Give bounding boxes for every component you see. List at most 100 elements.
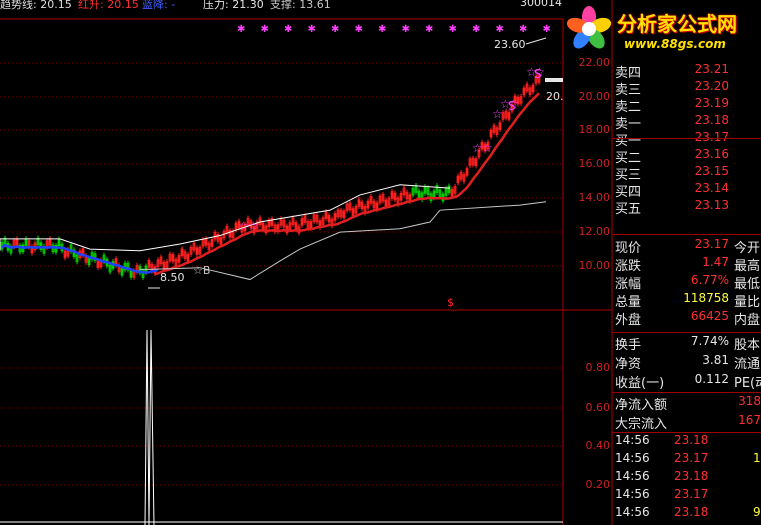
- candle-body: [327, 214, 331, 223]
- candle-body: [456, 175, 460, 184]
- fundamental-value: 3.81: [702, 353, 729, 367]
- candle-body: [63, 250, 67, 259]
- stock-code-label: 300014: [520, 0, 562, 9]
- order-price: 23.15: [694, 164, 729, 178]
- flow-label: 净流入额: [615, 398, 668, 413]
- order-price: 23.16: [694, 147, 729, 161]
- candle-body: [180, 248, 184, 257]
- candle-body: [204, 238, 208, 246]
- quote-value: 118758: [683, 291, 729, 305]
- star-marker-icon: ✱: [378, 24, 386, 35]
- quote-row: 现价 23.17 今开: [612, 237, 761, 256]
- quote-row: 外盘 66425 内盘: [612, 309, 761, 328]
- order-price: 23.17: [694, 130, 729, 144]
- star-marker-icon: ✱: [261, 24, 269, 35]
- flower-logo-icon: [566, 6, 612, 49]
- candle-body: [300, 218, 304, 226]
- candle-body: [210, 239, 214, 247]
- tick-time: 14:56: [615, 451, 650, 465]
- tick-row: 14:56 23.17: [612, 487, 761, 504]
- tick-volume: 1: [753, 451, 761, 465]
- candle-body: [432, 190, 436, 199]
- flow-label: 大宗流入: [615, 417, 668, 432]
- order-book-row: 卖一 23.18: [612, 113, 761, 132]
- indicator-tick-label: 0.40: [585, 439, 611, 452]
- candle-body: [186, 253, 190, 262]
- star-marker-icon: ✱: [331, 24, 339, 35]
- tick-time: 14:56: [615, 487, 650, 501]
- order-price: 23.19: [694, 96, 729, 110]
- quote-label: 涨跌: [615, 259, 642, 274]
- candlesticks: [0, 73, 541, 281]
- star-marker-icon: ✱: [237, 24, 245, 35]
- quote-panel: 卖四 23.21 卖三 23.20 卖二 23.19 卖一 23.18 买一 23.17 买二 23.…: [612, 0, 761, 525]
- flow-row: 大宗流入 167: [612, 413, 761, 432]
- price-tick-label: 12.00: [578, 225, 611, 238]
- sell-signal-label: S: [508, 99, 516, 113]
- top-signal-markers: ✱ ✱ ✱ ✱ ✱ ✱ ✱ ✱ ✱ ✱ ✱ ✱ ✱ ✱: [237, 24, 551, 35]
- indicator-spike: [144, 329, 155, 525]
- quote-label-secondary: 最低: [734, 277, 761, 292]
- red-trend-line: [154, 92, 540, 276]
- quote-label: 现价: [615, 241, 642, 256]
- candle-body: [333, 213, 337, 221]
- star-marker-icon: ✱: [449, 24, 457, 35]
- quote-value: 6.77%: [690, 273, 729, 287]
- flow-value: 167: [738, 413, 761, 427]
- candle-body: [465, 168, 469, 176]
- candle-body: [120, 267, 124, 276]
- candle-body: [531, 84, 535, 93]
- quote-row: 涨跌 1.47 最高: [612, 255, 761, 274]
- candle-body: [24, 238, 28, 246]
- quote-row: 总量 118758 量比: [612, 291, 761, 310]
- quote-label-secondary: 最高: [734, 259, 761, 274]
- candle-body: [522, 87, 526, 96]
- quote-label-secondary: 今开: [734, 241, 761, 256]
- candle-body: [390, 191, 394, 199]
- flow-row: 净流入额 318: [612, 394, 761, 413]
- fundamental-value: 7.74%: [690, 334, 729, 348]
- candle-body: [351, 208, 355, 216]
- book-divider: [612, 234, 761, 235]
- last-price-marker: [545, 78, 563, 82]
- order-book-row: 卖三 23.20: [612, 79, 761, 98]
- candle-body: [447, 185, 451, 194]
- candle-body: [384, 199, 388, 208]
- candle-body: [234, 222, 238, 231]
- tick-time: 14:56: [615, 433, 650, 447]
- trend-line-label: 趋势线: 20.15: [0, 0, 72, 11]
- order-price: 23.13: [694, 198, 729, 212]
- candle-body: [48, 238, 52, 246]
- quote-label-secondary: 量比: [734, 295, 761, 310]
- candle-body: [342, 210, 346, 219]
- order-book-row: 卖二 23.19: [612, 96, 761, 115]
- fundamental-divider: [612, 392, 761, 393]
- fundamental-label: 净资: [615, 357, 642, 372]
- order-book-row: 买二 23.16: [612, 147, 761, 166]
- price-tick-label: 10.00: [578, 259, 611, 272]
- candle-body: [147, 260, 151, 268]
- low-price-label: 8.50: [160, 271, 185, 284]
- fundamental-label: 换手: [615, 338, 642, 353]
- price-tick-label: 18.00: [578, 123, 611, 136]
- star-marker-icon: ✱: [519, 24, 527, 35]
- candle-body: [195, 247, 199, 255]
- candle-body: [507, 112, 511, 120]
- support-label: 支撑: 13.61: [270, 0, 331, 11]
- candle-body: [87, 257, 91, 266]
- candle-body: [219, 237, 223, 245]
- candle-body: [57, 238, 61, 247]
- red-rise-label: 红升: 20.15: [78, 0, 139, 11]
- fundamental-value: 0.112: [694, 372, 729, 386]
- tick-price: 23.18: [674, 469, 709, 483]
- order-book-row: 买三 23.15: [612, 164, 761, 183]
- candle-body: [171, 254, 175, 262]
- fundamental-row: 净资 3.81 流通: [612, 353, 761, 372]
- last-price-tag: 20.: [546, 90, 564, 103]
- order-price: 23.20: [694, 79, 729, 93]
- tick-row: 14:56 23.18: [612, 433, 761, 450]
- star-marker-icon: ✱: [308, 24, 316, 35]
- quote-label: 总量: [615, 295, 642, 310]
- tick-volume: 9: [753, 505, 761, 519]
- candle-body: [96, 260, 100, 268]
